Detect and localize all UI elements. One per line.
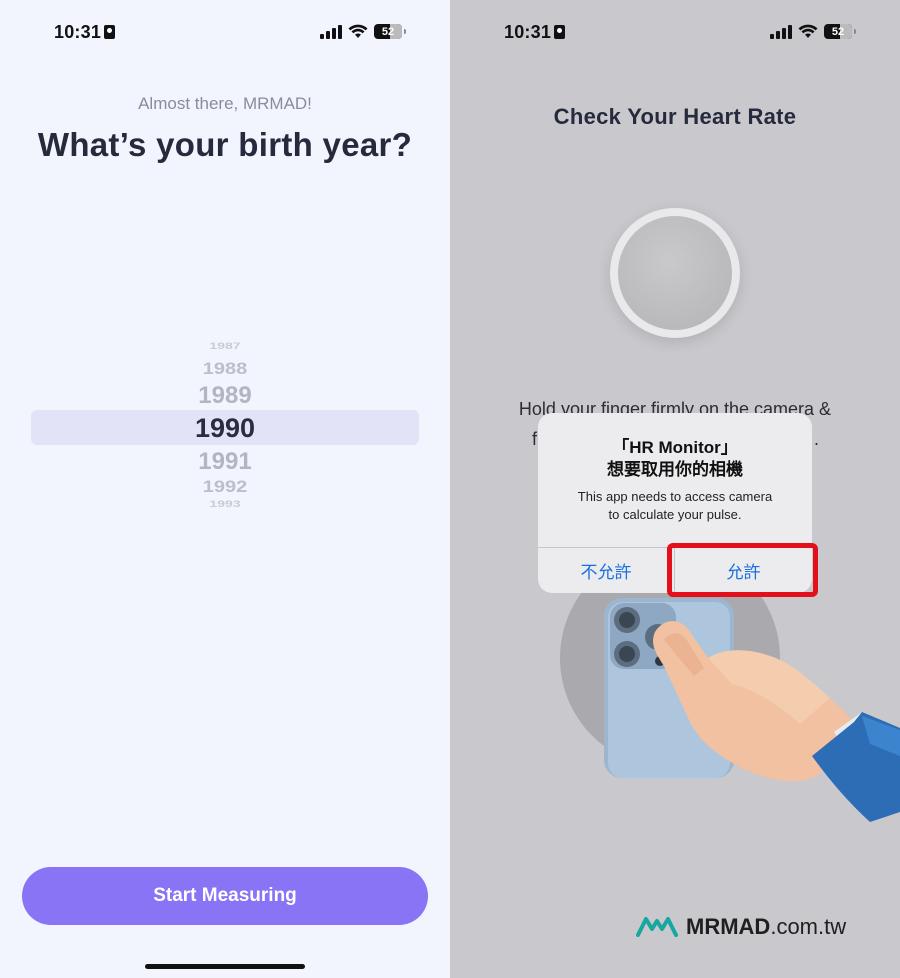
picker-year-option[interactable]: 1988 [0, 360, 450, 380]
dialog-title-line-1: 「HR Monitor」 [612, 438, 738, 457]
battery-level: 52 [831, 25, 845, 38]
picker-year-option[interactable]: 1991 [0, 448, 450, 476]
cellular-signal-icon [320, 24, 342, 39]
picker-year-option[interactable]: 1992 [0, 478, 450, 498]
heart-rate-screen: 10:31 52 Check Your Heart Rate Hold your… [450, 0, 900, 978]
person-badge-icon [104, 25, 116, 39]
status-time: 10:31 [54, 22, 116, 43]
year-picker[interactable]: 1987 1988 1989 1990 1991 1992 1993 [0, 336, 450, 520]
annotation-highlight-box [667, 543, 818, 597]
dialog-message-line-1: This app needs to access camera [577, 489, 773, 504]
picker-year-option[interactable]: 1989 [0, 382, 450, 410]
deny-button[interactable]: 不允許 [538, 548, 674, 593]
status-icons: 52 [320, 24, 406, 39]
watermark-brand: MRMAD [686, 914, 771, 939]
start-measuring-button[interactable]: Start Measuring [22, 867, 428, 925]
watermark-text: MRMAD.com.tw [686, 914, 846, 940]
dialog-message-line-2: to calculate your pulse. [608, 507, 742, 522]
mrmad-logo-icon [636, 917, 678, 937]
dialog-title: 「HR Monitor」 想要取用你的相機 [538, 437, 812, 481]
picker-year-option[interactable]: 1993 [0, 499, 450, 509]
watermark-logo: MRMAD.com.tw [636, 914, 846, 940]
battery-level: 52 [381, 25, 395, 38]
watermark-domain: .com.tw [770, 914, 847, 939]
page-title: What’s your birth year? [37, 126, 413, 163]
dialog-title-line-2: 想要取用你的相機 [607, 460, 743, 479]
picker-year-selected[interactable]: 1990 [0, 413, 450, 444]
birth-year-screen: 10:31 52 Almost there, MRMAD! What’s you… [0, 0, 450, 978]
dialog-message: This app needs to access camera to calcu… [538, 488, 812, 524]
status-time-text: 10:31 [54, 22, 102, 42]
greeting-subtitle: Almost there, MRMAD! [138, 94, 312, 113]
picker-year-option[interactable]: 1987 [0, 341, 450, 351]
home-indicator[interactable] [145, 964, 305, 969]
battery-icon: 52 [374, 24, 406, 39]
wifi-icon [348, 24, 368, 38]
